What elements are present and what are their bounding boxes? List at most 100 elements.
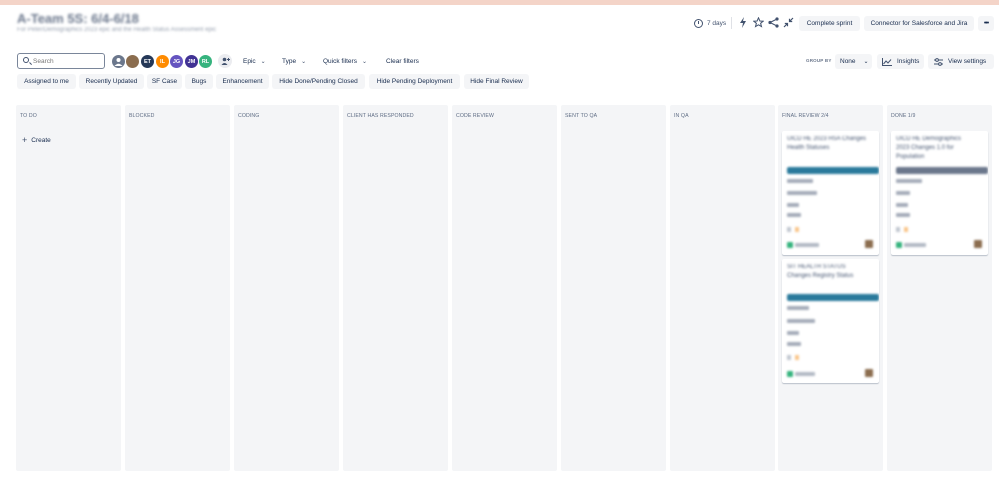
column-sent-to-qa: SENT TO QA [561, 105, 666, 471]
create-issue-button[interactable]: + Create [22, 135, 51, 145]
chevron-down-icon: ⌄ [863, 59, 869, 65]
board-subtitle: For Peter/Demographics 2023 epic and the… [17, 27, 217, 33]
card-summary: UICD HE Demographics 2023 Changes 1.0 fo… [896, 136, 962, 160]
story-type-icon [787, 242, 793, 248]
column-to-do: TO DO + Create [16, 105, 121, 471]
card-summary: UICD HE 2023 HSA Changes Health Statuses [787, 136, 867, 151]
card-field [787, 331, 799, 335]
issue-card[interactable]: SIT HEALTH STATUS Changes Registry Statu… [782, 259, 879, 383]
chevron-down-icon: ⌄ [301, 59, 307, 65]
avatar-et[interactable]: ET [140, 54, 155, 69]
chip-assigned-to-me[interactable]: Assigned to me [17, 74, 76, 89]
connector-button[interactable]: Connector for Salesforce and Jira [864, 16, 974, 31]
group-by-label: GROUP BY [806, 58, 832, 63]
type-filter-dropdown[interactable]: Type ⌄ [282, 55, 306, 68]
days-label: 7 days [707, 19, 727, 27]
column-title: CLIENT HAS RESPONDED [347, 113, 414, 119]
epic-lozenge[interactable] [787, 294, 879, 301]
avatar-rl[interactable]: RL [198, 54, 213, 69]
chip-hide-done-pending-closed[interactable]: Hide Done/Pending Closed [272, 74, 365, 89]
clock-icon [694, 18, 703, 28]
quick-filters-dropdown[interactable]: Quick filters ⌄ [323, 55, 367, 68]
insights-label: Insights [897, 58, 920, 65]
story-type-icon [787, 371, 793, 377]
column-title: DONE 1/9 [891, 113, 916, 119]
chip-hide-final-review[interactable]: Hide Final Review [464, 74, 529, 89]
issue-key[interactable] [795, 372, 815, 376]
chevron-down-icon: ⌄ [260, 59, 266, 65]
chip-enhancement[interactable]: Enhancement [216, 74, 269, 89]
chip-hide-pending-deployment[interactable]: Hide Pending Deployment [369, 74, 460, 89]
card-field [787, 179, 813, 183]
issue-key[interactable] [904, 243, 926, 247]
card-field [787, 213, 801, 217]
clear-filters-button[interactable]: Clear filters [386, 55, 419, 68]
column-title: IN QA [674, 113, 689, 119]
priority-icon [795, 227, 799, 232]
column-title: SENT TO QA [565, 113, 598, 119]
insights-button[interactable]: Insights [877, 54, 924, 69]
minimize-icon[interactable] [782, 17, 794, 29]
column-blocked: BLOCKED [125, 105, 230, 471]
column-code-review: CODE REVIEW [452, 105, 557, 471]
column-in-qa: IN QA [670, 105, 775, 471]
complete-sprint-button[interactable]: Complete sprint [799, 16, 860, 31]
column-title: FINAL REVIEW 2/4 [782, 113, 829, 119]
avatar-1[interactable] [111, 54, 126, 69]
epic-lozenge[interactable] [787, 167, 879, 174]
group-by-select[interactable]: None ⌄ [835, 54, 872, 69]
card-field [787, 191, 817, 195]
search-field[interactable] [17, 53, 105, 69]
lightning-icon[interactable] [737, 17, 749, 29]
share-icon[interactable] [767, 17, 779, 29]
assignee-avatar[interactable] [865, 369, 873, 377]
search-input[interactable] [33, 56, 101, 66]
story-points-badge [787, 355, 791, 360]
avatar-2[interactable] [125, 54, 140, 69]
column-title: BLOCKED [129, 113, 155, 119]
epic-filter-dropdown[interactable]: Epic ⌄ [243, 55, 266, 68]
issue-card[interactable]: UICD HE Demographics 2023 Changes 1.0 fo… [891, 131, 988, 255]
sprint-days-remaining[interactable]: 7 days [694, 14, 726, 32]
settings-icon [934, 57, 943, 66]
board-title: A-Team 5S: 6/4-6/18 [17, 11, 139, 26]
avatar-jm[interactable]: JM [184, 54, 199, 69]
card-field [896, 213, 910, 217]
insights-icon [882, 57, 892, 66]
avatar-jg[interactable]: JG [169, 54, 184, 69]
card-summary: SIT HEALTH STATUS Changes Registry Statu… [787, 264, 854, 279]
story-type-icon [896, 242, 902, 248]
issue-card[interactable]: UICD HE 2023 HSA Changes Health Statuses [782, 131, 879, 255]
type-filter-label: Type [282, 58, 297, 65]
chip-bugs[interactable]: Bugs [185, 74, 213, 89]
star-icon[interactable] [751, 16, 765, 29]
issue-key[interactable] [795, 243, 819, 247]
chip-recently-updated[interactable]: Recently Updated [79, 74, 144, 89]
group-by-value: None [840, 58, 856, 65]
card-field [787, 306, 809, 310]
add-person-icon[interactable] [218, 54, 232, 68]
card-field [896, 203, 908, 207]
assignee-avatar[interactable] [865, 240, 873, 248]
priority-icon [904, 227, 908, 232]
quick-filters-label: Quick filters [323, 58, 357, 65]
column-title: CODING [238, 113, 260, 119]
view-settings-button[interactable]: View settings [928, 54, 994, 69]
avatar-il[interactable]: IL [155, 54, 170, 69]
story-points-badge [896, 227, 900, 232]
plus-icon: + [22, 135, 28, 145]
top-banner-strip [0, 0, 999, 5]
assignee-avatar[interactable] [974, 240, 982, 248]
column-title: TO DO [20, 113, 37, 119]
view-settings-label: View settings [948, 58, 987, 65]
search-icon [23, 57, 29, 63]
more-actions-button[interactable]: ••• [978, 16, 994, 31]
column-coding: CODING [234, 105, 339, 471]
header-divider [731, 17, 732, 29]
card-field [787, 342, 801, 346]
epic-lozenge[interactable] [896, 167, 988, 174]
chip-sf-case[interactable]: SF Case [147, 74, 182, 89]
column-final-review: FINAL REVIEW 2/4 UICD HE 2023 HSA Change… [778, 105, 883, 471]
card-field [896, 179, 922, 183]
card-field [787, 319, 815, 323]
